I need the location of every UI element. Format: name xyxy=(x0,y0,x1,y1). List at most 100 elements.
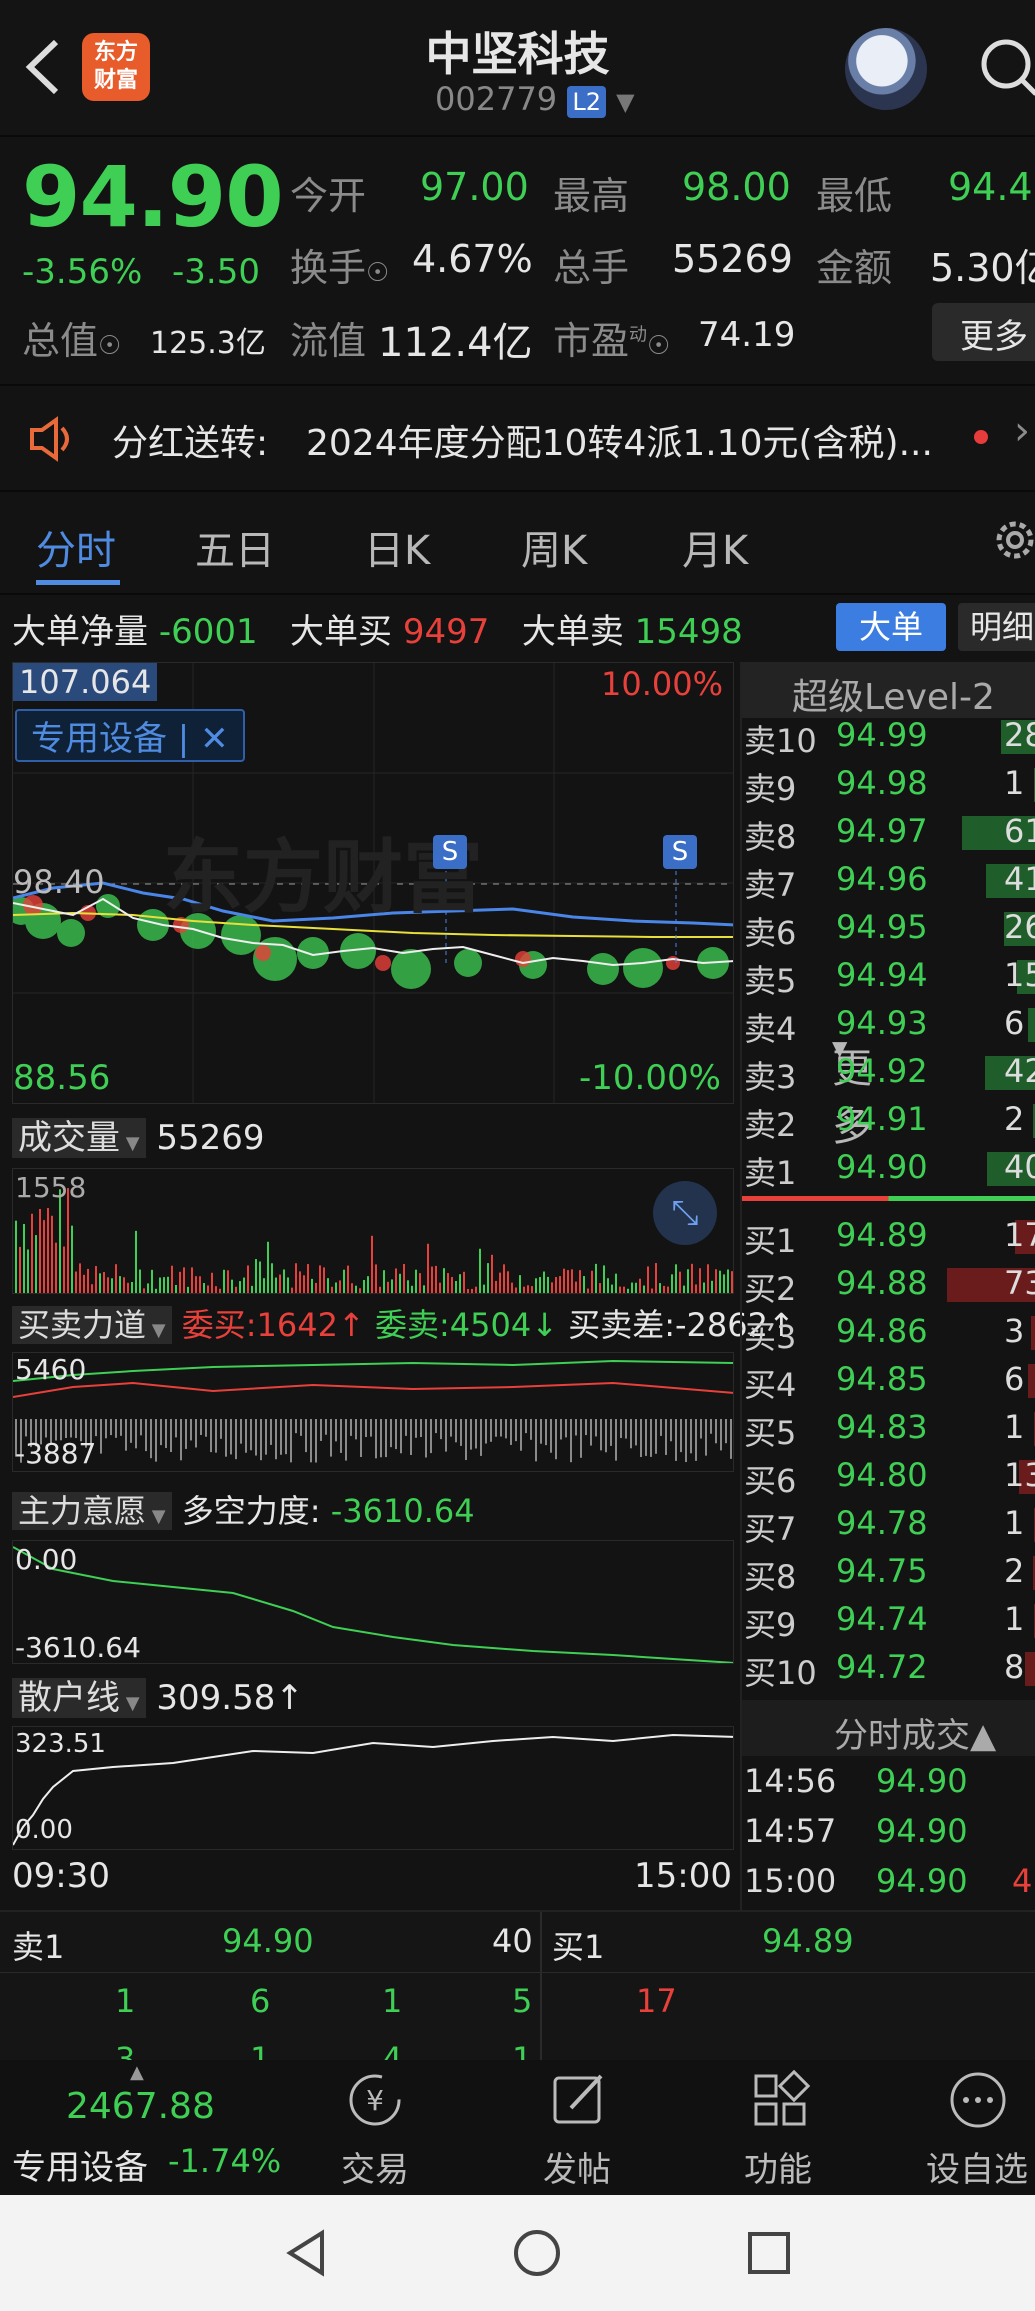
sell-level-row[interactable]: 卖6 94.95 26 xyxy=(742,904,1035,952)
volume-bar xyxy=(131,1281,133,1293)
force-bar xyxy=(570,1419,572,1463)
volume-bar xyxy=(183,1267,185,1293)
more-button[interactable]: 更多 xyxy=(932,303,1035,361)
volume-bar xyxy=(391,1279,393,1293)
buy-level-row[interactable]: 买10 94.72 8 xyxy=(742,1644,1035,1692)
buy-level-row[interactable]: 买9 94.74 1 xyxy=(742,1596,1035,1644)
buy-level-row[interactable]: 买8 94.75 2 xyxy=(742,1548,1035,1596)
force-bar xyxy=(65,1419,67,1438)
level-label: 卖8 xyxy=(744,818,797,856)
force-bar xyxy=(540,1419,542,1444)
force-bar xyxy=(565,1419,567,1438)
volume-bar xyxy=(439,1282,441,1293)
force-bar xyxy=(245,1419,247,1453)
low-value: 94.4 xyxy=(948,165,1033,209)
stock-code-row[interactable]: 002779 L2 ▼ xyxy=(435,80,635,118)
buy-level-row[interactable]: 买4 94.85 6 xyxy=(742,1356,1035,1404)
tab-daily-k[interactable]: 日K xyxy=(364,518,430,576)
main-will-chart: 0.00 -3610.64 xyxy=(12,1540,734,1664)
force-bar xyxy=(130,1419,132,1443)
sell-level-row[interactable]: 卖3 94.92 42 xyxy=(742,1048,1035,1096)
more-dots-icon xyxy=(950,2072,1006,2128)
sell-level-row[interactable]: 卖10 94.99 28 xyxy=(742,712,1035,760)
high-label: 最高 xyxy=(553,174,630,218)
level-volume: 8 xyxy=(1004,1648,1025,1686)
search-icon[interactable] xyxy=(978,36,1035,96)
force-bar xyxy=(110,1419,112,1436)
volume-bar xyxy=(707,1264,709,1293)
level-price: 94.72 xyxy=(836,1648,928,1686)
sell-level-row[interactable]: 卖4 94.93 6 xyxy=(742,1000,1035,1048)
volume-chart: 1558 ⤡ xyxy=(12,1168,734,1294)
tab-monthly-k[interactable]: 月K xyxy=(682,518,748,576)
volume-bar xyxy=(611,1284,613,1293)
volume-bar xyxy=(263,1278,265,1293)
big-order-button[interactable]: 大单 xyxy=(836,603,946,651)
volume-bar xyxy=(327,1278,329,1293)
indicator-select[interactable]: 散户线 ▼ xyxy=(12,1678,146,1718)
nav-recents-icon[interactable] xyxy=(744,2228,794,2278)
volume-bar xyxy=(651,1288,653,1293)
force-bar xyxy=(400,1419,402,1454)
tab-intraday[interactable]: 分时 xyxy=(36,518,116,576)
volume-bar xyxy=(419,1273,421,1293)
sell-level-row[interactable]: 卖7 94.96 41 xyxy=(742,856,1035,904)
buy-level-row[interactable]: 买1 94.89 17 xyxy=(742,1212,1035,1260)
level-label: 买8 xyxy=(744,1558,797,1596)
tab-weekly-k[interactable]: 周K xyxy=(521,518,587,576)
sell-level-row[interactable]: 卖9 94.98 1 xyxy=(742,760,1035,808)
tab-5day[interactable]: 五日 xyxy=(195,518,275,576)
force-bar xyxy=(155,1419,157,1462)
level-volume: 2 xyxy=(1004,1100,1025,1138)
volume-bar xyxy=(643,1285,645,1293)
float-label: 流值 xyxy=(290,319,367,363)
nav-back-icon[interactable] xyxy=(282,2228,332,2278)
buy-level-row[interactable]: 买2 94.88 73 xyxy=(742,1260,1035,1308)
volume-bar xyxy=(703,1282,705,1293)
signal-marker[interactable]: S xyxy=(433,835,467,869)
buy-level-row[interactable]: 买6 94.80 13 xyxy=(742,1452,1035,1500)
sector-tag[interactable]: 专用设备 | ✕ xyxy=(15,709,245,762)
volume-bar xyxy=(487,1263,489,1293)
sell-level-row[interactable]: 卖5 94.94 15 xyxy=(742,952,1035,1000)
force-bar xyxy=(490,1419,492,1442)
volume-bar xyxy=(555,1277,557,1293)
force-bar xyxy=(190,1419,192,1441)
volume-bar xyxy=(499,1272,501,1293)
buy-levels: 买1 94.89 17 买2 94.88 73 买3 94.86 3 买4 94.85 6 买5 94.8… xyxy=(742,1212,1035,1692)
volume-bar xyxy=(119,1276,121,1293)
add-watchlist-button[interactable]: 设自选 xyxy=(908,2060,1035,2195)
force-bar xyxy=(365,1419,367,1438)
post-button[interactable]: 发帖 xyxy=(507,2060,647,2195)
force-bar xyxy=(320,1419,322,1441)
trade-button[interactable]: ¥ 交易 xyxy=(305,2060,445,2195)
force-bar xyxy=(355,1419,357,1440)
signal-marker[interactable]: S xyxy=(663,835,697,869)
volume-bar xyxy=(691,1263,693,1293)
detail-button[interactable]: 明细 xyxy=(958,603,1035,651)
sell-level-row[interactable]: 卖1 94.90 40 xyxy=(742,1144,1035,1192)
sell-level-row[interactable]: 卖2 94.91 2 xyxy=(742,1096,1035,1144)
dividend-notice[interactable]: 分红送转: 2024年度分配10转4派1.10元(含税)... › xyxy=(0,386,1035,490)
volume-bar xyxy=(679,1271,681,1293)
volume-bar xyxy=(247,1265,249,1293)
volume-bar xyxy=(107,1277,109,1293)
nav-home-icon[interactable] xyxy=(512,2228,562,2278)
expand-icon[interactable]: ⤡ xyxy=(653,1181,717,1245)
buy-level-row[interactable]: 买3 94.86 3 xyxy=(742,1308,1035,1356)
trades-header[interactable]: 分时成交▲ xyxy=(742,1700,1035,1756)
indicator-select[interactable]: 成交量 ▼ xyxy=(12,1118,146,1158)
buy-level-row[interactable]: 买5 94.83 1 xyxy=(742,1404,1035,1452)
buy-level-row[interactable]: 买7 94.78 1 xyxy=(742,1500,1035,1548)
settings-gear-icon[interactable] xyxy=(990,515,1035,569)
functions-button[interactable]: 功能 xyxy=(708,2060,848,2195)
sector-index[interactable]: ▲ 2467.88 专用设备 -1.74% xyxy=(0,2060,290,2195)
level-volume-bar xyxy=(1025,1652,1035,1686)
volume-bar xyxy=(731,1271,733,1293)
level-volume: 40 xyxy=(1004,1148,1035,1186)
robot-avatar-icon[interactable] xyxy=(845,28,927,110)
indicator-select[interactable]: 买卖力道 ▼ xyxy=(12,1306,172,1344)
indicator-select[interactable]: 主力意愿 ▼ xyxy=(12,1492,172,1530)
intraday-chart[interactable]: 东方财富 107.064 10.00% 专用设备 | ✕ 98.40 S S 8… xyxy=(12,662,734,1104)
sell-level-row[interactable]: 卖8 94.97 61 xyxy=(742,808,1035,856)
